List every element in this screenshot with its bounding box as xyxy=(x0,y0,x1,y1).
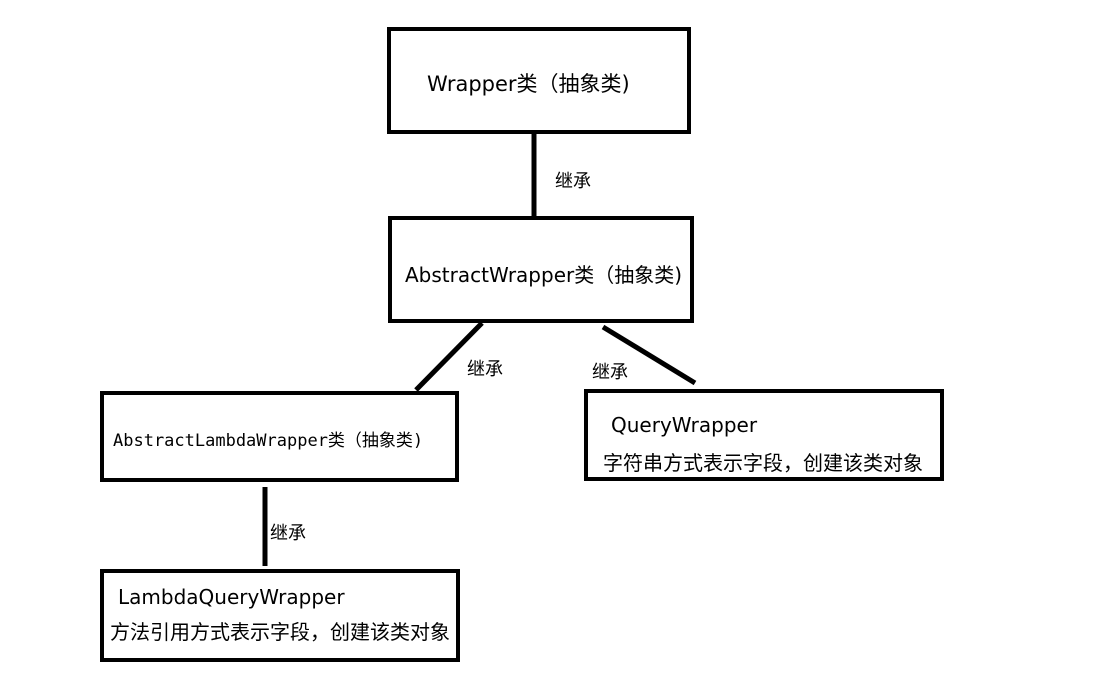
node-abstract-lambda-wrapper-label: AbstractLambdaWrapper类（抽象类) xyxy=(113,431,424,451)
node-wrapper: Wrapper类（抽象类) xyxy=(387,27,691,134)
edge-label: 继承 xyxy=(592,362,628,383)
edge-label: 继承 xyxy=(555,171,591,192)
node-wrapper-label: Wrapper类（抽象类) xyxy=(427,72,630,96)
inheritance-diagram: Wrapper类（抽象类) AbstractWrapper类（抽象类) Abst… xyxy=(0,0,1112,685)
edge-label: 继承 xyxy=(467,359,503,380)
node-lambda-query-wrapper-name: LambdaQueryWrapper xyxy=(118,585,345,609)
node-query-wrapper-description: 字符串方式表示字段，创建该类对象 xyxy=(603,451,923,475)
node-query-wrapper: QueryWrapper 字符串方式表示字段，创建该类对象 xyxy=(584,389,944,481)
node-abstract-wrapper: AbstractWrapper类（抽象类) xyxy=(388,216,694,323)
node-abstract-wrapper-label: AbstractWrapper类（抽象类) xyxy=(405,263,683,287)
node-abstract-lambda-wrapper: AbstractLambdaWrapper类（抽象类) xyxy=(100,391,459,482)
node-query-wrapper-name: QueryWrapper xyxy=(611,413,758,437)
node-lambda-query-wrapper: LambdaQueryWrapper 方法引用方式表示字段，创建该类对象 xyxy=(100,569,460,662)
node-lambda-query-wrapper-description: 方法引用方式表示字段，创建该类对象 xyxy=(110,620,450,644)
edge-label: 继承 xyxy=(270,523,306,544)
